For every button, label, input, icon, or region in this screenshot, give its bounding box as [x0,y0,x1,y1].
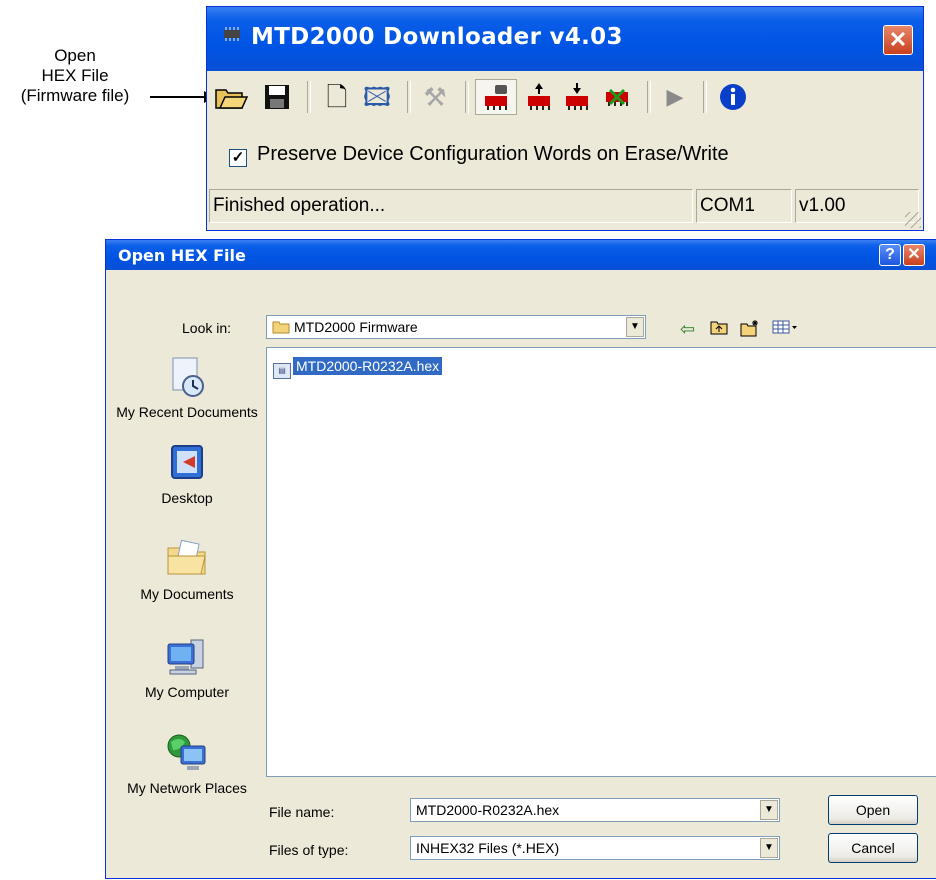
folder-icon [272,321,290,334]
look-in-label: Look in: [182,320,232,336]
info-icon[interactable] [715,79,751,115]
file-name-value[interactable]: MTD2000-R0232A.hex [416,799,559,821]
places-bar: My Recent Documents Desktop My Documents… [114,356,260,875]
downloader-window: MTD2000 Downloader v4.03 ✕ 🗋 🖾 ⚒ ▶ ✓ Pre… [206,6,924,231]
place-my-computer[interactable]: My Computer [114,636,260,701]
annotation-arrow [150,96,206,98]
dialog-title: Open HEX File [118,246,246,265]
file-item[interactable]: ▤ MTD2000-R0232A.hex [273,356,443,379]
cancel-button[interactable]: Cancel [828,833,918,863]
annotation-line: HEX File [41,66,109,85]
look-in-dropdown-arrow[interactable]: ▼ [626,317,644,337]
up-folder-icon[interactable] [710,319,728,340]
my-documents-icon [165,538,209,582]
place-my-documents[interactable]: My Documents [114,538,260,603]
desktop-icon [165,442,209,486]
recent-documents-icon [165,356,209,400]
dialog-close-button[interactable]: ✕ [903,244,925,266]
new-folder-icon[interactable] [740,319,760,342]
place-label: My Recent Documents [116,404,258,420]
chip-app-icon [224,27,240,41]
place-label: My Computer [144,684,230,700]
preserve-config-row[interactable]: ✓ Preserve Device Configuration Words on … [229,143,729,167]
file-item-name: MTD2000-R0232A.hex [293,357,443,375]
status-message: Finished operation... [209,189,693,223]
downloader-title: MTD2000 Downloader v4.03 [251,24,623,50]
toolbar-separator [307,81,311,113]
annotation-line: (Firmware file) [20,86,130,105]
toolbar-separator [647,81,651,113]
verify-device-icon[interactable] [559,79,595,115]
write-device-icon[interactable] [521,79,557,115]
place-desktop[interactable]: Desktop [114,442,260,507]
status-version: v1.00 [795,189,919,223]
save-icon[interactable] [259,79,295,115]
help-button[interactable]: ? [879,244,901,266]
preserve-config-checkbox[interactable]: ✓ [229,149,247,167]
downloader-titlebar[interactable]: MTD2000 Downloader v4.03 ✕ [207,7,923,71]
run-icon[interactable]: ▶ [657,79,693,115]
file-name-label: File name: [269,804,335,820]
file-type-combo[interactable]: INHEX32 Files (*.HEX) ▼ [410,836,780,860]
tools-icon[interactable]: ⚒ [417,79,453,115]
downloader-toolbar: 🗋 🖾 ⚒ ▶ [207,71,923,127]
dialog-titlebar[interactable]: Open HEX File ? ✕ [106,240,936,270]
status-bar: Finished operation... COM1 v1.00 [207,185,923,230]
open-button[interactable]: Open [828,795,918,825]
edit-buffer-icon[interactable]: 🖾 [359,79,395,115]
file-type-dropdown-arrow[interactable]: ▼ [760,838,778,858]
look-in-combo[interactable]: MTD2000 Firmware ▼ [266,315,646,339]
read-device-icon[interactable] [475,79,517,115]
back-icon[interactable]: ⇦ [680,319,695,340]
file-name-combo[interactable]: MTD2000-R0232A.hex ▼ [410,798,780,822]
resize-grip[interactable] [905,212,921,228]
status-port: COM1 [696,189,792,223]
views-menu-icon[interactable] [772,319,798,340]
open-hex-dialog: Open HEX File ? ✕ Look in: MTD2000 Firmw… [105,239,936,879]
file-type-value: INHEX32 Files (*.HEX) [416,840,560,856]
toolbar-separator [703,81,707,113]
look-in-text: MTD2000 Firmware [294,319,418,335]
toolbar-separator [465,81,469,113]
look-in-value: MTD2000 Firmware [272,316,418,338]
erase-device-icon[interactable] [599,79,635,115]
open-hex-annotation: Open HEX File (Firmware file) [0,46,150,106]
my-computer-icon [165,636,209,680]
place-label: My Documents [140,586,234,602]
place-my-network-places[interactable]: My Network Places [114,732,260,797]
network-places-icon [165,732,209,776]
file-list[interactable]: ▤ MTD2000-R0232A.hex [266,347,936,777]
place-label: Desktop [161,490,213,506]
preserve-config-label: Preserve Device Configuration Words on E… [257,143,729,165]
place-my-recent-documents[interactable]: My Recent Documents [114,356,260,421]
new-document-icon[interactable]: 🗋 [319,79,355,115]
open-hex-icon[interactable] [213,79,249,115]
annotation-line: Open [54,46,96,65]
place-label: My Network Places [127,780,247,796]
toolbar-separator [407,81,411,113]
file-name-dropdown-arrow[interactable]: ▼ [760,800,778,820]
downloader-close-button[interactable]: ✕ [883,25,913,55]
file-type-label: Files of type: [269,842,349,858]
hex-file-icon: ▤ [273,363,291,379]
